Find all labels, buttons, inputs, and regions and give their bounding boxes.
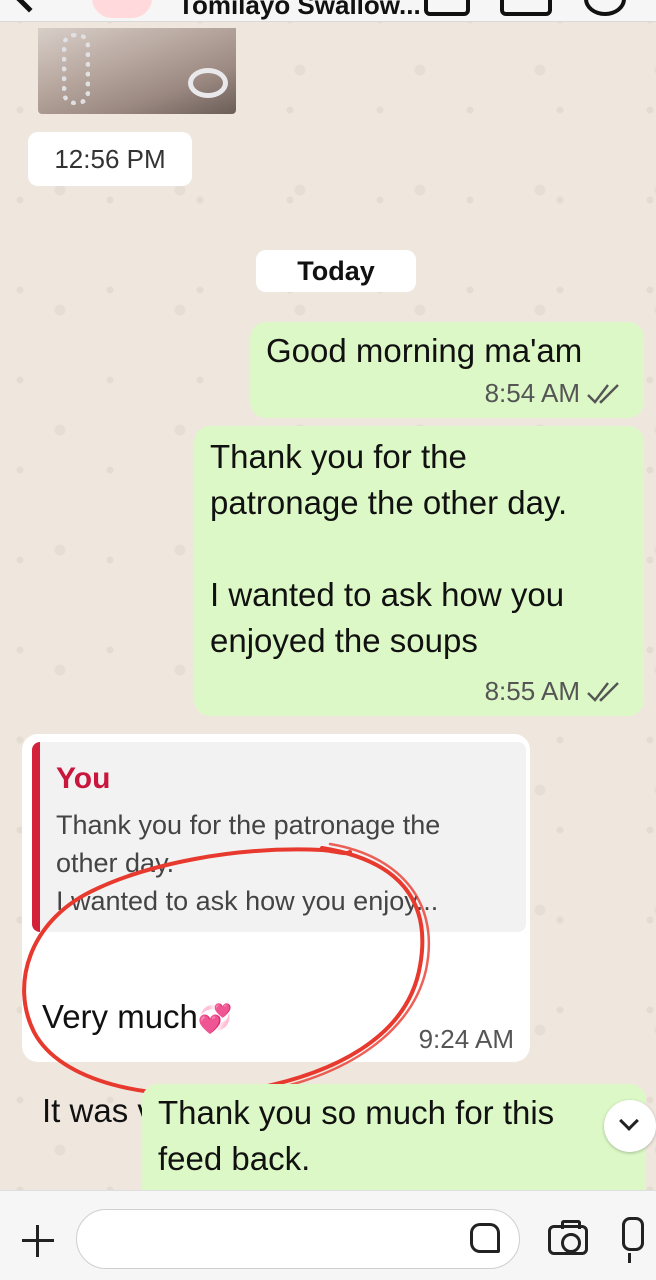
message-photo[interactable] — [38, 28, 236, 114]
quote-line: I wanted to ask how you enjoy... — [56, 886, 439, 916]
message-line: Very much — [42, 998, 198, 1035]
chat-header: Tomilayo Swallow... — [0, 0, 656, 22]
plus-icon[interactable] — [20, 1223, 56, 1259]
incoming-message[interactable]: You Thank you for the patronage the othe… — [22, 734, 530, 1129]
scroll-to-bottom-button[interactable] — [604, 1100, 656, 1152]
message-time: 8:54 AM — [484, 378, 580, 408]
contact-card-icon[interactable] — [424, 0, 470, 16]
outgoing-message[interactable]: Thank you so much for this feed back. — [142, 1084, 646, 1190]
message-time: 8:55 AM — [484, 676, 580, 706]
quote-author: You — [56, 762, 111, 795]
bracelet-shape — [62, 33, 90, 105]
outgoing-message[interactable]: Good morning ma'am 8:54 AM — [250, 322, 644, 418]
sticker-icon[interactable] — [470, 1223, 500, 1253]
date-separator: Today — [256, 250, 416, 292]
message-text: Thank you so much for this feed back. — [158, 1094, 555, 1177]
message-text: Thank you for the patronage the other da… — [210, 438, 568, 659]
camera-icon[interactable] — [548, 1220, 588, 1255]
chevron-left-icon[interactable] — [13, 0, 45, 13]
message-meta: 9:24 AM — [419, 1024, 514, 1055]
message-composer — [0, 1190, 656, 1280]
message-text: Good morning ma'am — [266, 332, 583, 369]
double-check-icon — [586, 679, 622, 705]
hearts-emoji: 💞 — [197, 1003, 233, 1034]
image-message[interactable]: 12:56 PM — [28, 28, 238, 186]
avatar[interactable] — [92, 0, 152, 18]
microphone-icon[interactable] — [618, 1217, 644, 1263]
quote-line: Thank you for the patronage the — [56, 810, 441, 840]
message-meta: 8:54 AM — [485, 378, 622, 409]
contact-name[interactable]: Tomilayo Swallow... — [178, 0, 421, 21]
outgoing-message[interactable]: Thank you for the patronage the other da… — [194, 426, 644, 716]
phone-icon[interactable] — [584, 0, 626, 16]
quote-text: Thank you for the patronage the other da… — [56, 806, 516, 920]
message-input[interactable] — [76, 1209, 520, 1269]
ring-shape — [188, 68, 228, 98]
double-check-icon — [586, 381, 622, 407]
message-time: 9:24 AM — [418, 1024, 514, 1054]
video-call-icon[interactable] — [500, 0, 552, 16]
quote-accent-bar — [32, 742, 40, 932]
quote-line: other day. — [56, 848, 175, 878]
image-timestamp: 12:56 PM — [28, 132, 192, 186]
message-meta: 8:55 AM — [485, 676, 622, 707]
quoted-message[interactable]: You Thank you for the patronage the othe… — [32, 742, 526, 932]
chevron-down-icon — [619, 1111, 639, 1131]
